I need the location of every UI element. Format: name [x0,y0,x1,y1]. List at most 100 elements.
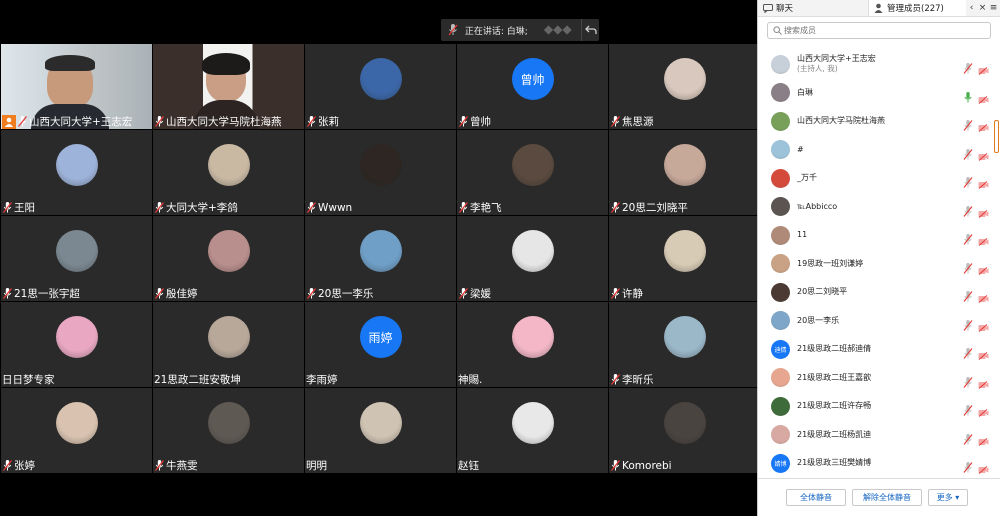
member-row[interactable]: 白琳 [758,79,994,108]
member-row[interactable]: 19思政一班刘谦婷 [758,250,994,279]
close-icon[interactable]: × [977,0,988,16]
member-avatar: 婧博 [771,453,790,473]
mute-all-button[interactable]: 全体静音 [786,489,846,506]
mic-active-icon[interactable] [963,88,973,102]
camera-off-icon[interactable] [978,374,989,389]
participant-tile[interactable]: 明明 [305,388,456,473]
camera-off-icon[interactable] [978,203,989,218]
member-search[interactable] [767,22,991,39]
participant-tile[interactable]: 大同大学+李鸽 [153,130,304,215]
mic-muted-icon [610,288,621,300]
camera-off-icon[interactable] [978,89,989,104]
participant-tile[interactable]: 日日梦专家 [1,302,152,387]
camera-off-icon[interactable] [978,459,989,474]
member-row[interactable]: 11 [758,221,994,250]
search-input[interactable] [784,26,974,35]
participant-label: 21思政二班安敬坤 [154,372,241,387]
mic-muted-icon[interactable] [963,145,973,160]
camera-off-icon[interactable] [978,317,989,332]
participant-tile[interactable]: 李昕乐 [609,302,760,387]
participant-tile[interactable]: 山西大同大学马院杜海燕 [153,44,304,129]
member-list-scrollbar[interactable] [994,50,999,480]
mic-muted-icon[interactable] [963,59,973,74]
camera-off-icon[interactable] [978,402,989,417]
mic-muted-icon[interactable] [963,458,973,473]
member-row[interactable]: ℡Abbicco [758,193,994,222]
participant-tile[interactable]: 殷佳婷 [153,216,304,301]
participant-tile[interactable]: Wwwn [305,130,456,215]
member-avatar [771,83,790,103]
camera-off-icon[interactable] [978,174,989,189]
mic-muted-icon[interactable] [963,344,973,359]
tab-members[interactable]: 管理成员(227) [868,0,966,16]
member-row[interactable]: 山西大同大学+王志宏 (主持人, 我) [758,50,994,79]
participant-tile[interactable]: 李艳飞 [457,130,608,215]
mic-muted-icon[interactable] [963,316,973,331]
participant-tile[interactable]: 赵钰 [457,388,608,473]
participant-tile[interactable]: 21思政二班安敬坤 [153,302,304,387]
member-row[interactable]: 婧博 21级思政三班樊婧博 [758,449,994,478]
scrollbar-thumb[interactable] [994,120,999,153]
member-avatar [771,111,790,131]
member-row[interactable]: 山西大同大学马院杜海燕 [758,107,994,136]
mic-muted-icon[interactable] [963,259,973,274]
mic-muted-icon[interactable] [963,230,973,245]
menu-icon[interactable]: ≡ [988,0,999,16]
member-row[interactable]: 21级思政二班王嘉歆 [758,364,994,393]
participant-tile[interactable]: 雨婷 李雨婷 [305,302,456,387]
member-row[interactable]: # [758,136,994,165]
camera-off-icon[interactable] [978,288,989,303]
camera-off-icon[interactable] [978,345,989,360]
mic-muted-icon[interactable] [963,401,973,416]
participant-tile[interactable]: 神賜. [457,302,608,387]
participant-tile[interactable]: 山西大同大学+王志宏 [1,44,152,129]
mic-muted-icon[interactable] [963,430,973,445]
participant-tile[interactable]: 焦思源 [609,44,760,129]
participant-tile[interactable]: 21思一张宇超 [1,216,152,301]
camera-off-icon[interactable] [978,431,989,446]
participant-label: 殷佳婷 [154,286,198,301]
participant-label: 焦思源 [610,114,654,129]
participant-tile[interactable]: 梁媛 [457,216,608,301]
mic-muted-icon[interactable] [963,116,973,131]
mic-muted-icon [2,460,13,472]
participant-tile[interactable]: 20思一李乐 [305,216,456,301]
mic-muted-icon[interactable] [963,202,973,217]
camera-off-icon[interactable] [978,231,989,246]
participant-tile[interactable]: 曾帅 曾帅 [457,44,608,129]
member-row[interactable]: 20思一李乐 [758,307,994,336]
mic-muted-icon [610,460,621,472]
member-row[interactable]: 迪倩 21级思政二班郝迪倩 [758,335,994,364]
mic-muted-icon[interactable] [963,173,973,188]
member-row[interactable]: 21级思政二班杨凯迪 [758,421,994,450]
member-row[interactable]: 21级思政二班许存畅 [758,392,994,421]
participant-tile[interactable]: 张莉 [305,44,456,129]
participant-tile[interactable]: Komorebi [609,388,760,473]
return-arrow-icon[interactable] [582,19,599,41]
mic-muted-icon[interactable] [963,287,973,302]
speaking-indicator-bar: 正在讲话: 白琳; [441,19,599,41]
participant-label: 山西大同大学马院杜海燕 [154,114,282,129]
participant-tile[interactable]: 许静 [609,216,760,301]
mic-muted-icon [306,116,317,128]
participant-tile[interactable]: 张婷 [1,388,152,473]
participant-tile[interactable]: 牛燕雯 [153,388,304,473]
participant-avatar [663,144,706,186]
member-row[interactable]: 20思二刘晓平 [758,278,994,307]
participant-avatar [359,58,402,100]
participant-label: 20思二刘晓平 [610,200,688,215]
mic-muted-icon[interactable] [963,373,973,388]
tab-chat[interactable]: 聊天 [758,0,868,16]
collapse-icon[interactable]: ‹ [966,0,977,16]
participant-tile[interactable]: 王阳 [1,130,152,215]
participant-tile[interactable]: 20思二刘晓平 [609,130,760,215]
camera-off-icon[interactable] [978,146,989,161]
participant-label: 李雨婷 [306,372,338,387]
mic-muted-icon [458,202,469,214]
more-button[interactable]: 更多 ▾ [928,489,968,506]
member-row[interactable]: _万千 [758,164,994,193]
unmute-all-button[interactable]: 解除全体静音 [852,489,922,506]
camera-off-icon[interactable] [978,60,989,75]
camera-off-icon[interactable] [978,260,989,275]
camera-off-icon[interactable] [978,117,989,132]
